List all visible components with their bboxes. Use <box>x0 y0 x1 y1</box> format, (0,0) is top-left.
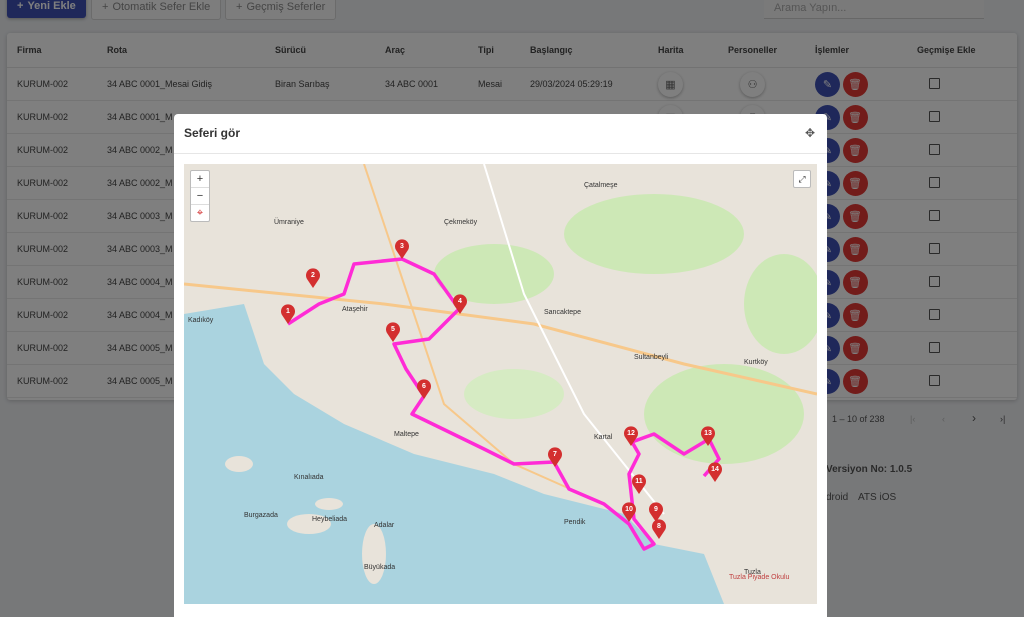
forest-area <box>744 254 817 354</box>
route-marker[interactable]: 8 <box>652 519 666 539</box>
island <box>225 456 253 472</box>
map-place-label: Adalar <box>374 522 395 529</box>
map-place-label: Sultanbeyli <box>634 354 669 361</box>
map-place-label: Pendik <box>564 519 586 526</box>
route-marker[interactable]: 3 <box>395 239 409 259</box>
marker-label: 6 <box>422 383 426 390</box>
marker-label: 5 <box>391 326 395 333</box>
move-icon[interactable]: ✥ <box>805 126 815 140</box>
zoom-out-button[interactable]: − <box>191 188 209 205</box>
locate-icon[interactable]: ⌖ <box>191 205 209 221</box>
map-place-label: Kınalıada <box>294 474 324 481</box>
island <box>315 498 343 510</box>
island <box>362 524 386 584</box>
marker-label: 4 <box>458 298 462 305</box>
route-map[interactable]: 1 2 3 4 5 6 7 8 9 10 11 12 13 14 + − ⌖ ⤢ Kadıköy Ataşe… <box>184 164 817 604</box>
divider <box>174 153 827 154</box>
marker-label: 12 <box>627 430 635 437</box>
trip-map-modal: Seferi gör ✥ 1 2 3 4 5 6 7 8 9 10 11 12 13 14 <box>174 114 827 617</box>
map-place-label: Kartal <box>594 434 613 441</box>
forest-area <box>464 369 564 419</box>
marker-label: 1 <box>286 308 290 315</box>
zoom-in-button[interactable]: + <box>191 171 209 188</box>
forest-area <box>564 194 744 274</box>
marker-label: 13 <box>704 430 712 437</box>
marker-label: 11 <box>635 478 643 485</box>
map-place-label: Maltepe <box>394 431 419 438</box>
route-marker[interactable]: 6 <box>417 379 431 399</box>
zoom-control: + − ⌖ <box>190 170 210 222</box>
route-marker[interactable]: 14 <box>708 462 722 482</box>
marker-label: 2 <box>311 272 315 279</box>
route-marker[interactable]: 2 <box>306 268 320 288</box>
map-place-label: Kadıköy <box>188 317 214 324</box>
route-marker[interactable]: 12 <box>624 426 638 446</box>
map-place-label: Çatalmeşe <box>584 182 618 189</box>
fullscreen-icon[interactable]: ⤢ <box>793 170 811 188</box>
marker-label: 7 <box>553 451 557 458</box>
sea-area <box>184 304 724 604</box>
map-place-label: Tuzla Piyade Okulu <box>729 574 790 581</box>
marker-label: 9 <box>654 506 658 513</box>
map-place-label: Burgazada <box>244 512 278 519</box>
forest-area <box>644 364 804 464</box>
map-place-label: Ümraniye <box>274 219 304 226</box>
forest-area <box>434 244 554 304</box>
marker-label: 8 <box>657 523 661 530</box>
marker-label: 3 <box>400 243 404 250</box>
route-marker[interactable]: 7 <box>548 447 562 467</box>
map-canvas: 123456789101112 1314 <box>184 164 817 604</box>
map-place-label: Ataşehir <box>342 306 368 313</box>
route-marker[interactable]: 11 <box>632 474 646 494</box>
map-place-label: Büyükada <box>364 564 396 571</box>
route-marker[interactable]: 5 <box>386 322 400 342</box>
map-place-label: Heybeliada <box>312 516 348 523</box>
marker-label: 14 <box>711 466 719 473</box>
route-marker[interactable]: 9 <box>649 502 663 522</box>
modal-title: Seferi gör <box>184 126 241 140</box>
map-place-label: Sancaktepe <box>544 309 581 316</box>
map-place-label: Kurtköy <box>744 359 768 366</box>
marker-label: 10 <box>625 506 633 513</box>
map-place-label: Çekmeköy <box>444 219 478 226</box>
